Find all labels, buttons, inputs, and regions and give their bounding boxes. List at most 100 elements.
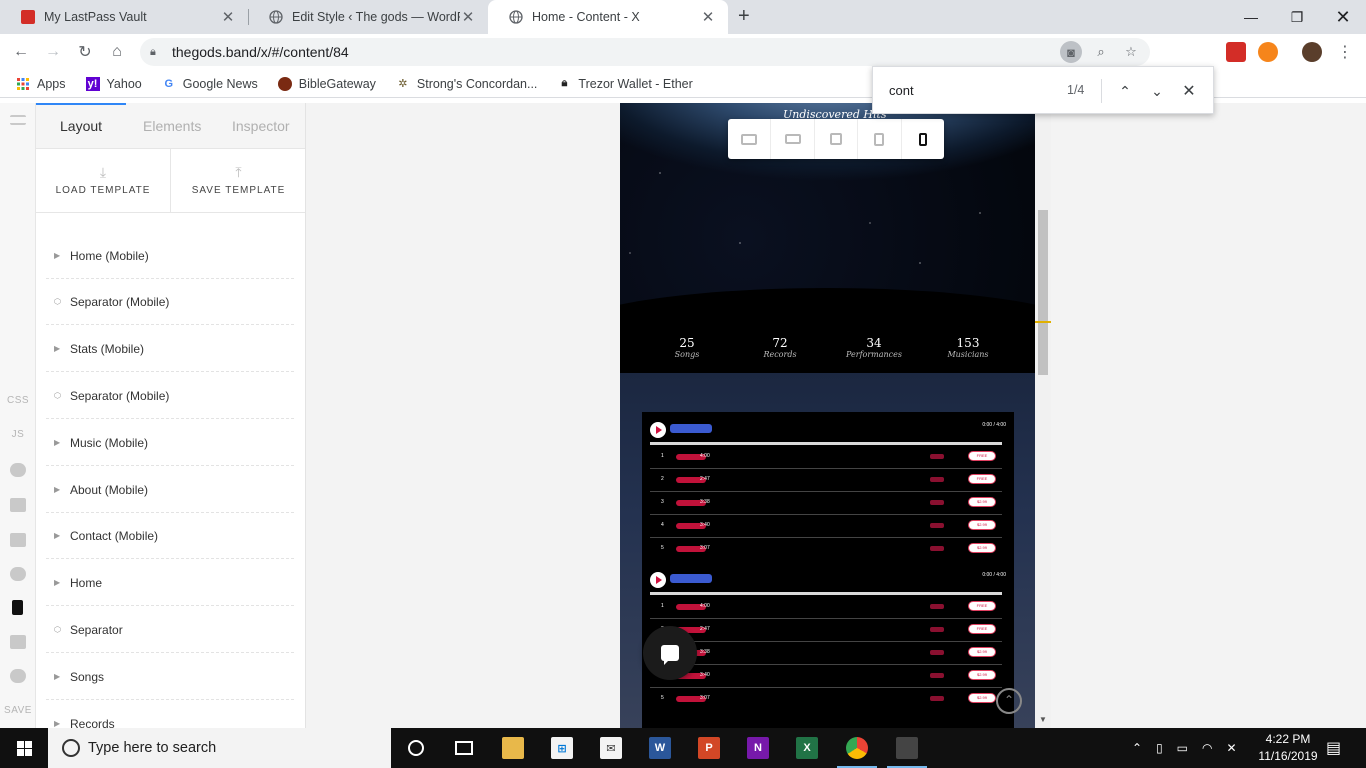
- tree-item-music-mobile[interactable]: ▶ Music (Mobile): [46, 420, 294, 466]
- task-view-icon[interactable]: [440, 728, 488, 768]
- caret-right-icon[interactable]: ▶: [54, 672, 70, 681]
- close-tab-icon[interactable]: ✕: [460, 8, 476, 26]
- tab-layout[interactable]: Layout: [60, 118, 102, 134]
- battery-icon[interactable]: ▭: [1177, 741, 1188, 755]
- profile-avatar[interactable]: [1302, 42, 1322, 62]
- find-input[interactable]: cont: [889, 83, 914, 98]
- pages-icon[interactable]: [10, 533, 26, 547]
- lens-icon[interactable]: ◙: [1060, 41, 1082, 63]
- hamburger-icon[interactable]: [10, 115, 26, 125]
- track-row[interactable]: 33:38$2.99: [650, 492, 1002, 515]
- track-row[interactable]: 43:40$2.99: [650, 665, 1002, 688]
- zoom-icon[interactable]: ⌕: [1090, 41, 1112, 63]
- skip-icon[interactable]: [10, 567, 26, 581]
- history-icon[interactable]: [10, 463, 26, 477]
- scroll-to-top-icon[interactable]: ⌃: [996, 688, 1022, 714]
- gear-icon[interactable]: [10, 669, 26, 683]
- tree-item-songs[interactable]: ▶ Songs: [46, 654, 294, 700]
- track-row[interactable]: 22:47FREE: [650, 619, 1002, 642]
- tab-inspector[interactable]: Inspector: [232, 118, 290, 134]
- caret-right-icon[interactable]: ▶: [54, 578, 70, 587]
- buy-button[interactable]: FREE: [968, 451, 996, 461]
- home-icon[interactable]: ⌂: [106, 41, 128, 63]
- save-button[interactable]: SAVE: [0, 705, 36, 716]
- play-button[interactable]: [650, 422, 666, 438]
- bookmark-biblegateway[interactable]: BibleGateway: [277, 76, 376, 91]
- taskbar-clock[interactable]: 4:22 PM 11/16/2019: [1252, 731, 1324, 765]
- start-button[interactable]: [0, 728, 48, 768]
- bookmark-trezor[interactable]: 🔒︎ Trezor Wallet - Ether: [557, 77, 692, 91]
- tab-edit-style[interactable]: Edit Style ‹ The gods — WordPre ✕: [248, 0, 488, 34]
- save-template-button[interactable]: ⤒ SAVE TEMPLATE: [171, 149, 305, 213]
- load-template-button[interactable]: ⤓ LOAD TEMPLATE: [36, 149, 171, 213]
- app-icon[interactable]: [883, 728, 931, 768]
- minimize-icon[interactable]: —: [1228, 0, 1274, 34]
- external-link-icon[interactable]: [10, 635, 26, 649]
- taskbar-search[interactable]: Type here to search: [48, 728, 391, 768]
- laptop-view-icon[interactable]: [771, 119, 815, 159]
- tree-item-separator-mobile[interactable]: ⬡ Separator (Mobile): [46, 279, 294, 325]
- find-close-icon[interactable]: ✕: [1179, 81, 1199, 101]
- tray-overflow-icon[interactable]: ⌃: [1132, 741, 1142, 755]
- restore-icon[interactable]: ❐: [1274, 0, 1320, 34]
- cortana-icon[interactable]: [392, 728, 440, 768]
- track-row[interactable]: 22:47FREE: [650, 469, 1002, 492]
- caret-right-icon[interactable]: ▶: [54, 531, 70, 540]
- templates-icon[interactable]: [10, 498, 26, 512]
- caret-right-icon[interactable]: ▶: [54, 719, 70, 728]
- file-explorer-icon[interactable]: [489, 728, 537, 768]
- lyrics-link[interactable]: [930, 500, 944, 505]
- tablet-landscape-icon[interactable]: [815, 119, 859, 159]
- buy-button[interactable]: FREE: [968, 474, 996, 484]
- powerpoint-icon[interactable]: P: [685, 728, 733, 768]
- tree-item-records[interactable]: ▶ Records: [46, 701, 294, 729]
- buy-button[interactable]: FREE: [968, 601, 996, 611]
- tree-item-home-mobile[interactable]: ▶ Home (Mobile): [46, 233, 294, 279]
- back-icon[interactable]: ←: [10, 41, 32, 63]
- track-row[interactable]: 43:40$2.99: [650, 515, 1002, 538]
- onenote-icon[interactable]: N: [734, 728, 782, 768]
- preview-scrollbar[interactable]: ▼: [1035, 103, 1051, 728]
- buy-button[interactable]: $2.99: [968, 497, 996, 507]
- caret-right-icon[interactable]: ▶: [54, 251, 70, 260]
- buy-button[interactable]: $2.99: [968, 670, 996, 680]
- track-row[interactable]: 1 4:00 FREE: [650, 596, 1002, 619]
- menu-kebab-icon[interactable]: ⋮: [1334, 41, 1356, 63]
- caret-right-icon[interactable]: ▶: [54, 344, 70, 353]
- lyrics-link[interactable]: [930, 523, 944, 528]
- track-row[interactable]: 5 3:07 $2.99: [650, 538, 1002, 561]
- tree-item-home[interactable]: ▶ Home: [46, 560, 294, 606]
- buy-button[interactable]: FREE: [968, 624, 996, 634]
- scroll-down-arrow-icon[interactable]: ▼: [1039, 715, 1047, 724]
- tree-item-separator-mobile-2[interactable]: ⬡ Separator (Mobile): [46, 373, 294, 419]
- find-previous-icon[interactable]: ⌃: [1115, 81, 1135, 101]
- scrollbar-thumb[interactable]: [1038, 210, 1048, 375]
- tab-home-content[interactable]: Home - Content - X ✕: [488, 0, 728, 34]
- lyrics-link[interactable]: [930, 650, 944, 655]
- notifications-icon[interactable]: ▤: [1326, 728, 1341, 768]
- star-icon[interactable]: ☆: [1120, 41, 1142, 63]
- lyrics-link[interactable]: [930, 627, 944, 632]
- close-window-icon[interactable]: ✕: [1320, 0, 1366, 34]
- play-button[interactable]: [650, 572, 666, 588]
- bookmark-google-news[interactable]: G Google News: [162, 77, 257, 91]
- mobile-view-icon[interactable]: [12, 600, 23, 615]
- track-row[interactable]: 5 3:07 $2.99: [650, 688, 1002, 711]
- bookmark-strongs[interactable]: ✲ Strong's Concordan...: [396, 77, 537, 91]
- tablet-portrait-icon[interactable]: [858, 119, 902, 159]
- caret-right-icon[interactable]: ▶: [54, 485, 70, 494]
- wifi-icon[interactable]: ◠: [1202, 741, 1212, 755]
- buy-button[interactable]: $2.99: [968, 693, 996, 703]
- tree-item-stats-mobile[interactable]: ▶ Stats (Mobile): [46, 326, 294, 372]
- volume-mute-icon[interactable]: ✕: [1227, 741, 1237, 755]
- chrome-icon[interactable]: [833, 728, 881, 768]
- lyrics-link[interactable]: [930, 696, 944, 701]
- lyrics-link[interactable]: [930, 454, 944, 459]
- lastpass-extension-icon[interactable]: [1226, 42, 1246, 62]
- address-bar[interactable]: 🔒︎ thegods.band/x/#/content/84 ◙ ⌕ ☆: [140, 38, 1150, 66]
- new-tab-button[interactable]: +: [738, 5, 750, 28]
- mobile-view-icon[interactable]: [902, 119, 944, 159]
- track-row[interactable]: 33:38$2.99: [650, 642, 1002, 665]
- tab-elements[interactable]: Elements: [143, 118, 201, 134]
- progress-bar[interactable]: [650, 442, 1002, 445]
